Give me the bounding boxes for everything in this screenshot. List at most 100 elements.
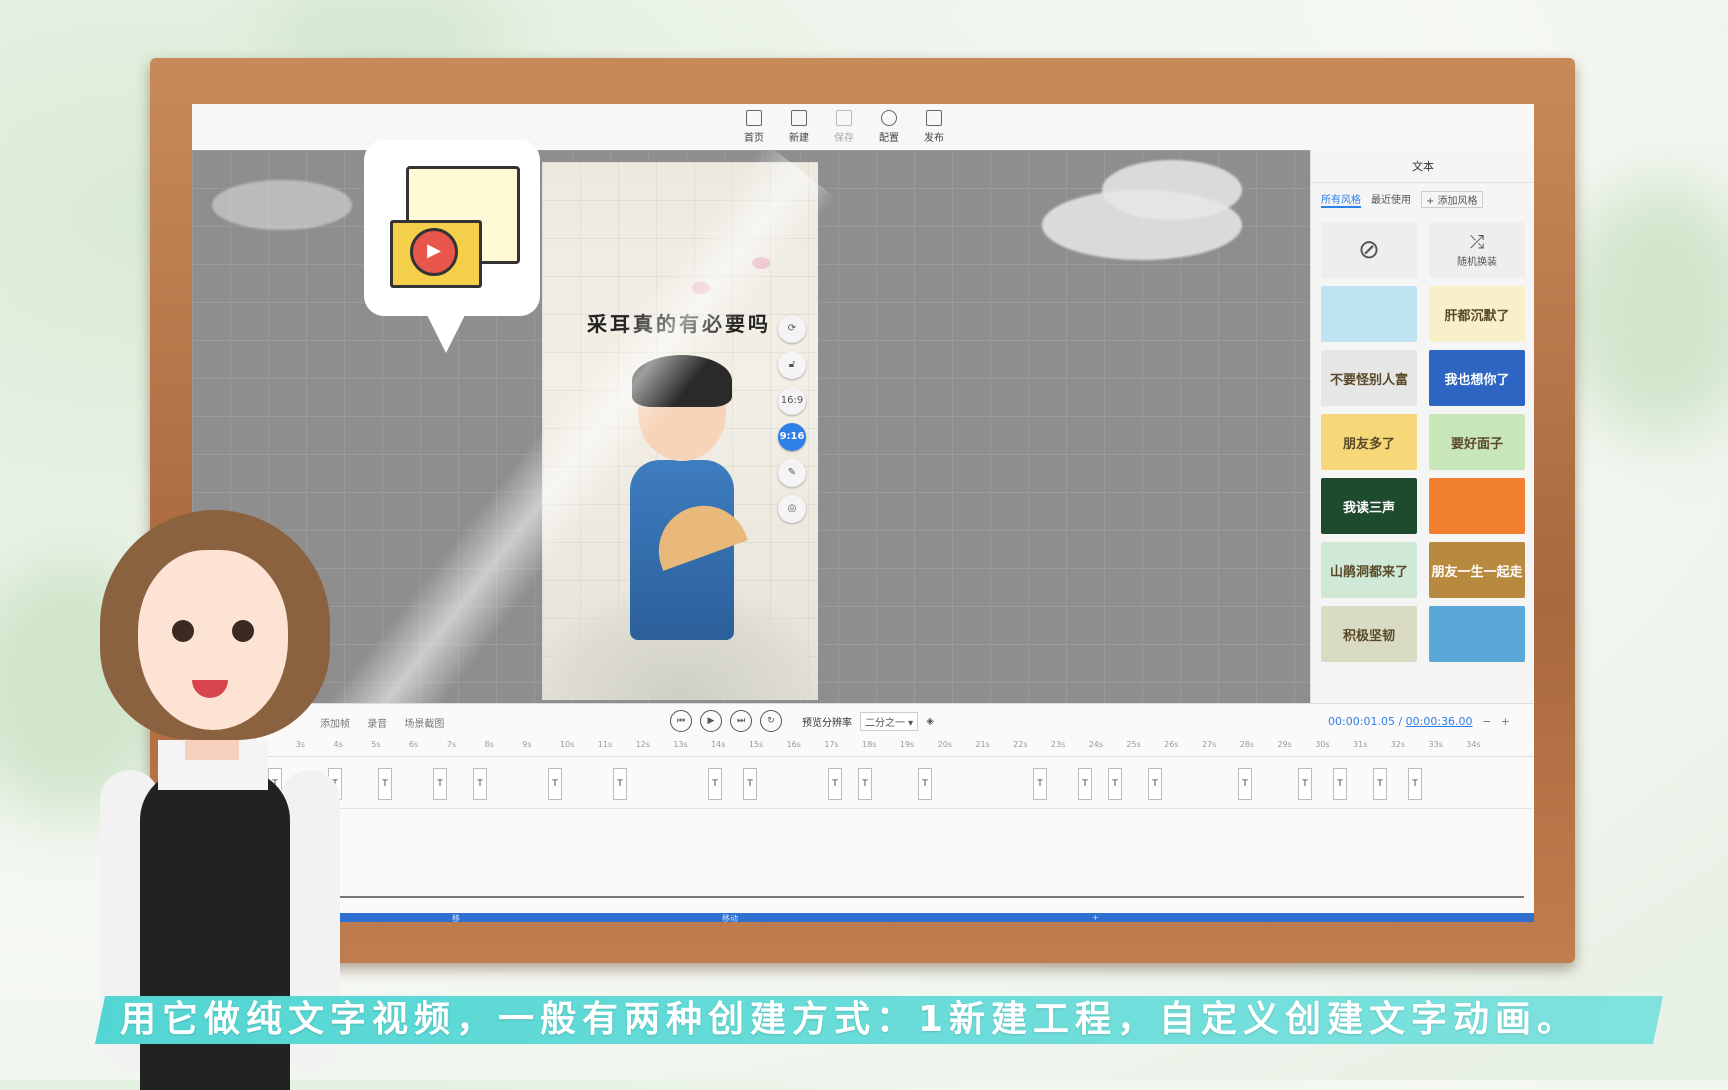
- preview-resolution-label: 预览分辨率: [802, 717, 852, 729]
- lock-icon[interactable]: 🔓︎: [778, 351, 806, 379]
- text-clip-marker[interactable]: T: [918, 768, 932, 800]
- audio-waveform[interactable]: [312, 896, 1524, 898]
- text-clip-marker[interactable]: T: [858, 768, 872, 800]
- text-clip-marker[interactable]: T: [1033, 768, 1047, 800]
- gear-icon: [881, 110, 897, 126]
- ruler-tick-label: 21s: [975, 740, 990, 749]
- style-tile[interactable]: 积极坚韧: [1321, 606, 1417, 662]
- app-screen: 首页 新建 保存 配置 发布 采耳真的有必要吗: [192, 104, 1534, 922]
- style-tile[interactable]: [1429, 478, 1525, 534]
- text-clip-marker[interactable]: T: [1333, 768, 1347, 800]
- style-tile[interactable]: 我读三声: [1321, 478, 1417, 534]
- toolbar-save-button[interactable]: 保存: [827, 110, 861, 144]
- current-time: 00:00:01.05: [1328, 715, 1395, 728]
- skip-forward-icon[interactable]: ⏭: [730, 710, 752, 732]
- resolution-value: 二分之一: [865, 717, 905, 729]
- home-icon: [746, 110, 762, 126]
- add-motion-icon[interactable]: +: [1092, 913, 1099, 922]
- ruler-tick-label: 6s: [409, 740, 419, 749]
- text-clip-marker[interactable]: T: [1238, 768, 1252, 800]
- style-tile[interactable]: [1321, 286, 1417, 342]
- no-style-tile[interactable]: ⊘: [1321, 222, 1417, 278]
- style-tile[interactable]: 朋友一生一起走: [1429, 542, 1525, 598]
- ban-icon: ⊘: [1358, 235, 1380, 265]
- style-tile[interactable]: 我也想你了: [1429, 350, 1525, 406]
- tab-recent[interactable]: 最近使用: [1371, 191, 1411, 208]
- text-clip-marker[interactable]: T: [473, 768, 487, 800]
- text-clip-marker[interactable]: T: [1148, 768, 1162, 800]
- add-style-button[interactable]: + 添加风格: [1421, 191, 1483, 208]
- play-icon[interactable]: ▶: [700, 710, 722, 732]
- time-separator: /: [1394, 715, 1406, 728]
- text-clip-marker[interactable]: T: [1108, 768, 1122, 800]
- toolbar-home-button[interactable]: 首页: [737, 110, 771, 144]
- toolbar-label: 发布: [924, 133, 944, 144]
- rotate-icon[interactable]: ⟳: [778, 315, 806, 343]
- style-tile[interactable]: 肝都沉默了: [1429, 286, 1525, 342]
- ruler-tick-label: 31s: [1352, 740, 1368, 749]
- timeline-ruler[interactable]: 2s3s4s5s6s7s8s9s10s11s12s13s14s15s16s17s…: [228, 736, 1534, 757]
- skip-back-icon[interactable]: ⏮: [670, 710, 692, 732]
- text-clip-marker[interactable]: T: [708, 768, 722, 800]
- resolution-select[interactable]: 二分之一 ▾: [860, 711, 919, 731]
- style-tile[interactable]: 山鹃洞都来了: [1321, 542, 1417, 598]
- cloud-decoration: [212, 180, 352, 230]
- ruler-tick-label: 7s: [446, 740, 457, 749]
- scene-screenshot-button[interactable]: 场景截图: [404, 719, 444, 730]
- text-clip-marker[interactable]: T: [433, 768, 447, 800]
- random-style-tile[interactable]: ⤮ 随机换装: [1429, 222, 1525, 278]
- timeline-toolbar: 添加帧 录音 场景截图 ⏮ ▶ ⏭ ↻ 预览分辨率 二分之一 ▾ ◈ 00:00…: [192, 704, 1534, 738]
- tab-all-styles[interactable]: 所有风格: [1321, 191, 1361, 208]
- edit-icon[interactable]: ✎: [778, 459, 806, 487]
- style-tile[interactable]: 不要怪别人富: [1321, 350, 1417, 406]
- ruler-tick-label: 12s: [635, 740, 650, 749]
- ruler-tick-label: 18s: [862, 740, 877, 749]
- text-clip-marker[interactable]: T: [548, 768, 562, 800]
- ruler-tick-label: 27s: [1201, 740, 1217, 749]
- ruler-tick-label: 34s: [1466, 740, 1481, 749]
- text-clip-marker[interactable]: T: [613, 768, 627, 800]
- zoom-out-icon[interactable]: −: [1482, 715, 1491, 728]
- subtitle-text: 用它做纯文字视频，一般有两种创建方式：1新建工程，自定义创建文字动画。: [120, 999, 1580, 1040]
- style-tile[interactable]: [1429, 606, 1525, 662]
- ruler-tick-label: 30s: [1315, 740, 1330, 749]
- motion-label: 移: [452, 914, 460, 922]
- zoom-in-icon[interactable]: +: [1501, 715, 1510, 728]
- text-clip-marker[interactable]: T: [1078, 768, 1092, 800]
- ratio-9-16-button[interactable]: 9:16: [778, 423, 806, 451]
- save-icon: [836, 110, 852, 126]
- ratio-16-9-button[interactable]: 16:9: [778, 387, 806, 415]
- text-style-panel: 文本 所有风格 最近使用 + 添加风格 ⊘ ⤮ 随机换装 肝都沉默了 不要怪别人富…: [1310, 150, 1534, 703]
- text-clip-marker[interactable]: T: [828, 768, 842, 800]
- style-tile[interactable]: 朋友多了: [1321, 414, 1417, 470]
- layers-icon[interactable]: ◈: [926, 716, 934, 727]
- teacher-character: [80, 480, 380, 1090]
- ruler-tick-label: 28s: [1239, 740, 1255, 749]
- ruler-tick-label: 26s: [1164, 740, 1179, 749]
- ruler-tick-label: 32s: [1390, 740, 1406, 749]
- text-clip-marker[interactable]: T: [378, 768, 392, 800]
- ruler-tick-label: 15s: [748, 740, 764, 749]
- toolbar-config-button[interactable]: 配置: [872, 110, 906, 144]
- text-clip-marker[interactable]: T: [743, 768, 757, 800]
- ruler-tick-label: 9s: [522, 740, 532, 749]
- text-clip-marker[interactable]: T: [1373, 768, 1387, 800]
- target-icon[interactable]: ◎: [778, 495, 806, 523]
- style-tile[interactable]: 要好面子: [1429, 414, 1525, 470]
- panel-title: 文本: [1311, 150, 1534, 183]
- toolbar-publish-button[interactable]: 发布: [917, 110, 951, 144]
- ruler-tick-label: 10s: [560, 740, 575, 749]
- toolbar-label: 保存: [834, 133, 854, 144]
- motion-track-bar[interactable]: 移 移动 +: [292, 913, 1534, 922]
- ruler-tick-label: 29s: [1277, 740, 1292, 749]
- text-clip-marker[interactable]: T: [1298, 768, 1312, 800]
- replay-icon[interactable]: ↻: [760, 710, 782, 732]
- toolbar-new-button[interactable]: 新建: [782, 110, 816, 144]
- text-clip-marker[interactable]: T: [1408, 768, 1422, 800]
- ruler-tick-label: 16s: [786, 740, 801, 749]
- toolbar-label: 首页: [744, 133, 764, 144]
- ruler-tick-label: 19s: [899, 740, 915, 749]
- timeline-panel: 添加帧 录音 场景截图 ⏮ ▶ ⏭ ↻ 预览分辨率 二分之一 ▾ ◈ 00:00…: [192, 703, 1534, 922]
- text-track[interactable]: TTTTTTTTTTTTTTTTTTTTT: [228, 762, 1534, 809]
- style-tiles-grid: ⊘ ⤮ 随机换装 肝都沉默了 不要怪别人富 我也想你了 朋友多了 要好面子 我读三声山鹃洞…: [1321, 222, 1525, 662]
